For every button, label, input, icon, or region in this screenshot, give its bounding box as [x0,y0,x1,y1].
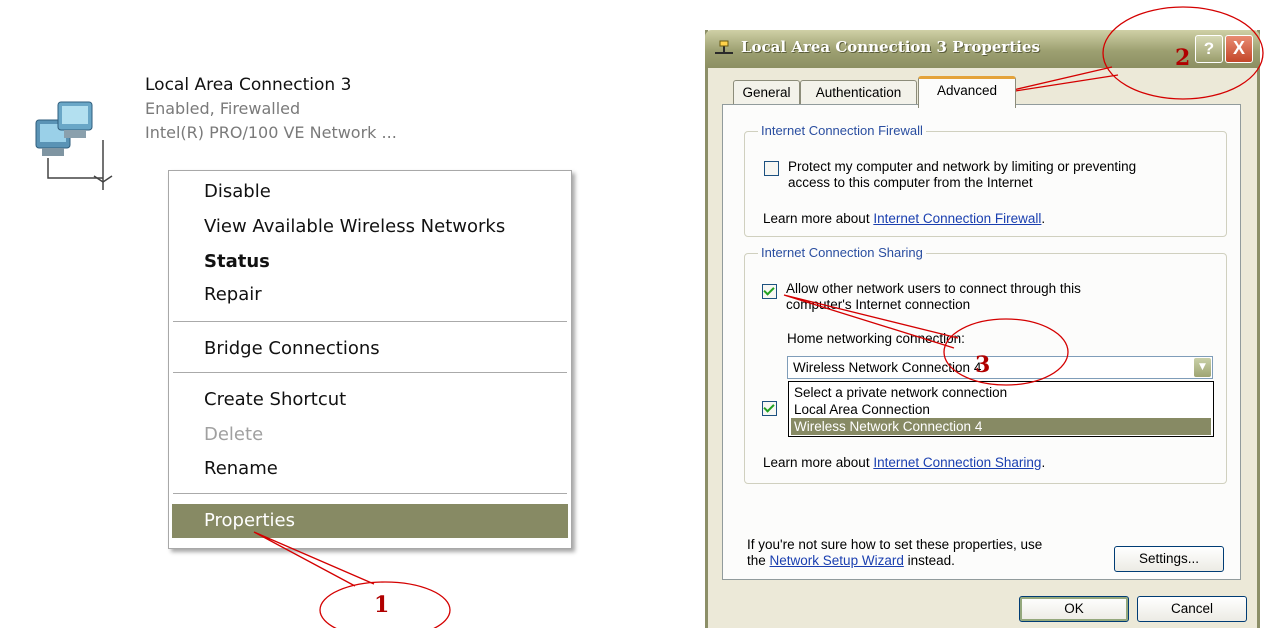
firewall-checkbox-label-line2: access to this computer from the Interne… [788,175,1033,190]
allow-control-checkbox[interactable] [762,401,777,416]
callout-1-number: 1 [374,592,390,618]
tab-authentication[interactable]: Authentication [800,80,917,105]
menu-separator [173,321,567,322]
close-button[interactable]: X [1225,35,1253,63]
footer-hint-line2: the Network Setup Wizard instead. [747,553,955,568]
network-connection-icon [35,101,113,190]
home-networking-label: Home networking connection: [787,331,965,346]
firewall-checkbox[interactable] [764,161,779,176]
help-button[interactable]: ? [1195,35,1223,63]
footer-text: instead. [903,553,955,568]
connection-device: Intel(R) PRO/100 VE Network ... [145,123,397,142]
callout-2-number: 2 [1175,45,1191,71]
home-connection-dropdown-list: Select a private network connection Loca… [788,381,1214,437]
sharing-help-link[interactable]: Internet Connection Sharing [873,455,1041,470]
sharing-group-title: Internet Connection Sharing [758,245,926,260]
connection-name: Local Area Connection 3 [145,75,352,95]
firewall-checkbox-label-line1: Protect my computer and network by limit… [788,159,1137,174]
cancel-button[interactable]: Cancel [1137,596,1247,622]
sharing-learn-more: Learn more about Internet Connection Sha… [763,455,1045,470]
network-icon [715,40,733,54]
menu-item-create-shortcut[interactable]: Create Shortcut [204,389,346,410]
menu-item-bridge-connections[interactable]: Bridge Connections [204,338,380,359]
footer-hint-line1: If you're not sure how to set these prop… [747,537,1043,552]
menu-separator [173,493,567,494]
period-text: . [1041,455,1046,470]
footer-text: the [747,553,770,568]
menu-item-delete: Delete [204,424,264,445]
home-connection-selected: Wireless Network Connection 4 [793,360,982,375]
firewall-group-title: Internet Connection Firewall [758,123,926,138]
dialog-title: Local Area Connection 3 Properties [741,38,1040,56]
connection-status: Enabled, Firewalled [145,99,301,118]
menu-item-view-wireless-networks[interactable]: View Available Wireless Networks [204,216,505,237]
dropdown-option-selected[interactable]: Wireless Network Connection 4 [791,418,1211,435]
firewall-learn-more: Learn more about Internet Connection Fir… [763,211,1045,226]
dropdown-option[interactable]: Local Area Connection [791,401,1211,418]
period-text: . [1041,211,1046,226]
menu-separator [173,372,567,373]
network-setup-wizard-link[interactable]: Network Setup Wizard [770,553,904,568]
settings-button[interactable]: Settings... [1114,546,1224,572]
allow-sharing-label-line1: Allow other network users to connect thr… [786,281,1081,296]
menu-item-properties[interactable]: Properties [172,504,568,538]
allow-sharing-label-line2: computer's Internet connection [786,297,971,312]
menu-item-repair[interactable]: Repair [204,284,262,305]
menu-item-disable[interactable]: Disable [204,181,271,202]
context-menu: Disable View Available Wireless Networks… [168,170,572,549]
learn-more-text: Learn more about [763,211,874,226]
dropdown-option[interactable]: Select a private network connection [791,384,1211,401]
chevron-down-icon[interactable]: ▼ [1194,358,1211,377]
ok-button[interactable]: OK [1019,596,1129,622]
callout-3-number: 3 [975,352,991,378]
tab-general[interactable]: General [733,80,800,105]
firewall-help-link[interactable]: Internet Connection Firewall [873,211,1041,226]
home-connection-select[interactable]: Wireless Network Connection 4 ▼ [787,356,1213,379]
menu-item-rename[interactable]: Rename [204,458,278,479]
tab-advanced[interactable]: Advanced [918,76,1016,108]
menu-item-status[interactable]: Status [204,251,270,272]
allow-sharing-checkbox[interactable] [762,284,777,299]
learn-more-text: Learn more about [763,455,874,470]
menu-item-properties-label: Properties [204,510,295,531]
